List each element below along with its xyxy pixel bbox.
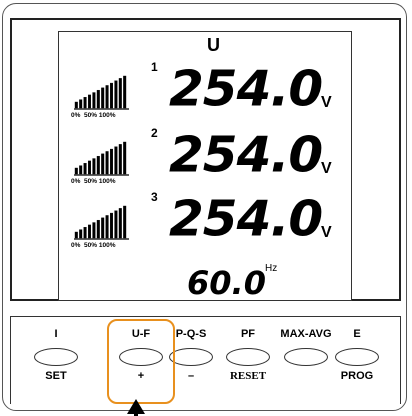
bargraph-segment [83, 97, 87, 109]
voltage-unit-1: V [321, 94, 332, 111]
button-key[interactable] [335, 348, 379, 366]
bargraph-segment [79, 229, 83, 239]
voltage-value-3: 254.0 [169, 190, 323, 248]
button-label-top: E [353, 328, 361, 340]
bargraph-segment [96, 155, 100, 175]
bargraph-segment [105, 215, 109, 239]
bargraph-segment [92, 222, 96, 239]
bargraph-segment [105, 151, 109, 175]
voltage-value-1: 254.0 [169, 60, 323, 118]
bargraph-segment [110, 148, 114, 175]
bargraph-segment [87, 94, 91, 109]
button-key[interactable] [34, 348, 78, 366]
bargraph-segment [123, 141, 127, 175]
bargraph-segment [87, 224, 91, 239]
bargraph-segment [87, 160, 91, 175]
i-set-button[interactable]: I SET [22, 318, 90, 388]
button-key[interactable] [226, 348, 270, 366]
bargraph-segment [79, 99, 83, 109]
bargraph-segment [101, 217, 105, 239]
bargraph-1 [74, 75, 129, 110]
button-label-bottom: SET [45, 370, 67, 382]
bargraph-2 [74, 141, 129, 176]
bargraph-scale-1: 0% 50% 100% [71, 112, 116, 119]
bargraph-segment [101, 87, 105, 109]
bargraph-segment [110, 82, 114, 109]
bargraph-segment [105, 85, 109, 109]
button-key[interactable] [284, 348, 328, 366]
bargraph-segment [110, 212, 114, 239]
bargraph-segment [83, 227, 87, 239]
bargraph-segment [79, 165, 83, 175]
phase-number-1: 1 [151, 60, 158, 74]
bargraph-segment [74, 101, 78, 109]
frequency-unit: Hz [265, 263, 278, 274]
phase-row-2: 0% 50% 100% 2 254.0 V [59, 120, 353, 192]
phase-number-3: 3 [151, 190, 158, 204]
bargraph-segment [123, 75, 127, 109]
mode-label: U [207, 35, 220, 55]
bargraph-segment [92, 158, 96, 175]
bargraph-segment [118, 208, 122, 239]
button-label-top: I [54, 328, 58, 340]
voltage-value-2: 254.0 [169, 126, 323, 184]
bargraph-segment [118, 144, 122, 175]
pointer-arrow-stem [134, 412, 138, 416]
button-label-bottom: PROG [340, 370, 374, 382]
bargraph-segment [118, 78, 122, 109]
selected-button-highlight [107, 319, 175, 404]
voltage-unit-3: V [321, 224, 332, 241]
bargraph-scale-3: 0% 50% 100% [71, 242, 116, 249]
bargraph-segment [92, 92, 96, 109]
phase-row-1: 0% 50% 100% 1 254.0 V [59, 54, 353, 126]
bargraph-segment [114, 210, 118, 239]
bargraph-segment [114, 80, 118, 109]
bargraph-segment [96, 89, 100, 109]
bargraph-3 [74, 205, 129, 240]
e-prog-button[interactable]: E PROG [323, 318, 391, 388]
bargraph-segment [114, 146, 118, 175]
frequency-value: 60.0 [187, 264, 266, 302]
bargraph-segment [96, 219, 100, 239]
bargraph-segment [83, 163, 87, 175]
voltage-unit-2: V [321, 160, 332, 177]
button-key[interactable] [169, 348, 213, 366]
phase-number-2: 2 [151, 126, 158, 140]
lcd-display: U 0% 50% 100% 1 254.0 V 0% 50% 100% 2 25… [58, 31, 353, 302]
phase-row-3: 0% 50% 100% 3 254.0 V [59, 184, 353, 256]
bargraph-segment [74, 167, 78, 175]
bargraph-segment [74, 231, 78, 239]
bargraph-segment [123, 205, 127, 239]
bargraph-segment [101, 153, 105, 175]
